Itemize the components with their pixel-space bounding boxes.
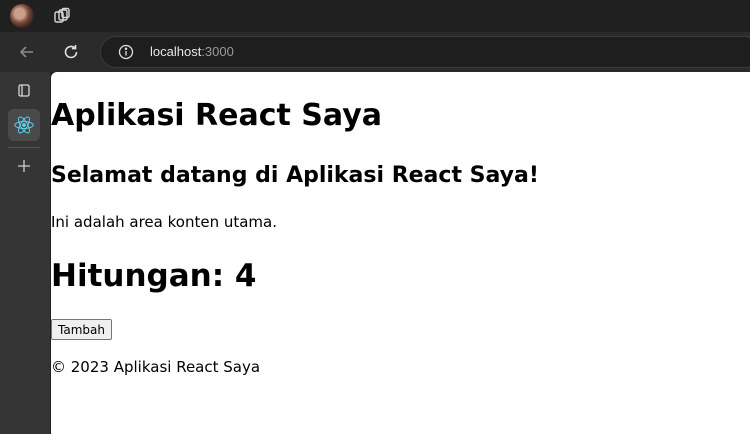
page-content: Aplikasi React Saya Selamat datang di Ap… xyxy=(51,72,750,434)
sidebar-divider xyxy=(8,147,40,148)
back-button[interactable] xyxy=(15,40,39,64)
add-button[interactable]: Tambah xyxy=(51,319,112,340)
vertical-tab-sidebar xyxy=(0,72,50,434)
avatar[interactable] xyxy=(10,4,34,28)
reload-icon xyxy=(64,45,78,59)
tab-actions-icon xyxy=(18,84,30,97)
workspaces-icon[interactable] xyxy=(53,7,71,25)
tab-react-app[interactable] xyxy=(8,109,40,141)
react-logo-icon xyxy=(14,116,34,134)
new-tab-button[interactable] xyxy=(8,150,40,182)
toolbar: localhost:3000 xyxy=(0,32,750,72)
title-bar xyxy=(0,0,750,32)
content-paragraph: Ini adalah area konten utama. xyxy=(51,213,277,231)
welcome-heading: Selamat datang di Aplikasi React Saya! xyxy=(51,163,539,188)
info-icon[interactable] xyxy=(118,44,134,60)
reload-button[interactable] xyxy=(59,40,83,64)
url-text[interactable]: localhost:3000 xyxy=(150,44,234,59)
tab-actions-button[interactable] xyxy=(8,74,40,106)
url-port: :3000 xyxy=(201,44,234,59)
footer-text: © 2023 Aplikasi React Saya xyxy=(51,358,261,376)
url-host: localhost xyxy=(150,44,202,59)
plus-icon xyxy=(18,160,30,172)
back-arrow-icon xyxy=(19,46,33,58)
page-title: Aplikasi React Saya xyxy=(51,98,383,133)
counter-heading: Hitungan: 4 xyxy=(51,258,257,294)
address-bar[interactable]: localhost:3000 xyxy=(100,36,750,68)
